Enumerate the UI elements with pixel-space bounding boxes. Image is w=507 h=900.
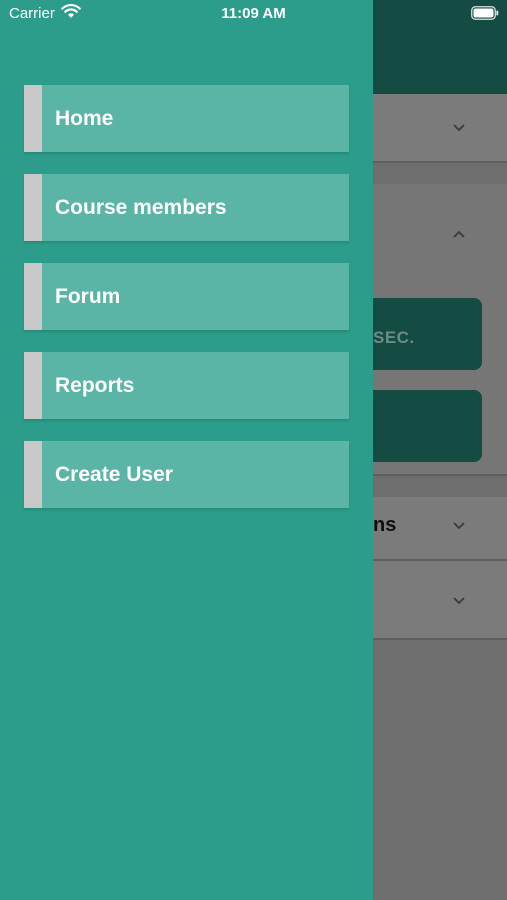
background-row-3[interactable]: ns (373, 497, 507, 561)
background-button-1-text: SEC. (373, 328, 415, 347)
drawer-item-create-user[interactable]: Create User (24, 441, 349, 508)
battery-icon (471, 6, 499, 20)
background-button-1[interactable]: SEC. (373, 298, 482, 370)
background-button-2[interactable] (373, 390, 482, 462)
drawer-item-label: Course members (55, 196, 227, 219)
drawer-item-forum[interactable]: Forum (24, 263, 349, 330)
chevron-up-icon (453, 230, 465, 238)
menu-item-accent (24, 441, 42, 508)
drawer-item-label: Create User (55, 463, 173, 486)
drawer-item-reports[interactable]: Reports (24, 352, 349, 419)
drawer-item-course-members[interactable]: Course members (24, 174, 349, 241)
background-row-4[interactable] (373, 561, 507, 640)
navigation-drawer: Home Course members Forum Reports Create… (0, 0, 373, 900)
menu-item-accent (24, 85, 42, 152)
status-bar: Carrier 11:09 AM (0, 0, 507, 28)
menu-item-accent (24, 263, 42, 330)
chevron-down-icon (453, 522, 465, 530)
menu-item-accent (24, 174, 42, 241)
background-row-1[interactable] (373, 94, 507, 163)
menu-item-accent (24, 352, 42, 419)
chevron-down-icon (453, 597, 465, 605)
drawer-item-label: Home (55, 107, 114, 130)
chevron-down-icon (453, 124, 465, 132)
background-row-3-text: ns (373, 514, 397, 536)
status-time: 11:09 AM (221, 5, 286, 22)
drawer-item-label: Forum (55, 285, 121, 308)
drawer-item-label: Reports (55, 374, 135, 397)
drawer-item-home[interactable]: Home (24, 85, 349, 152)
